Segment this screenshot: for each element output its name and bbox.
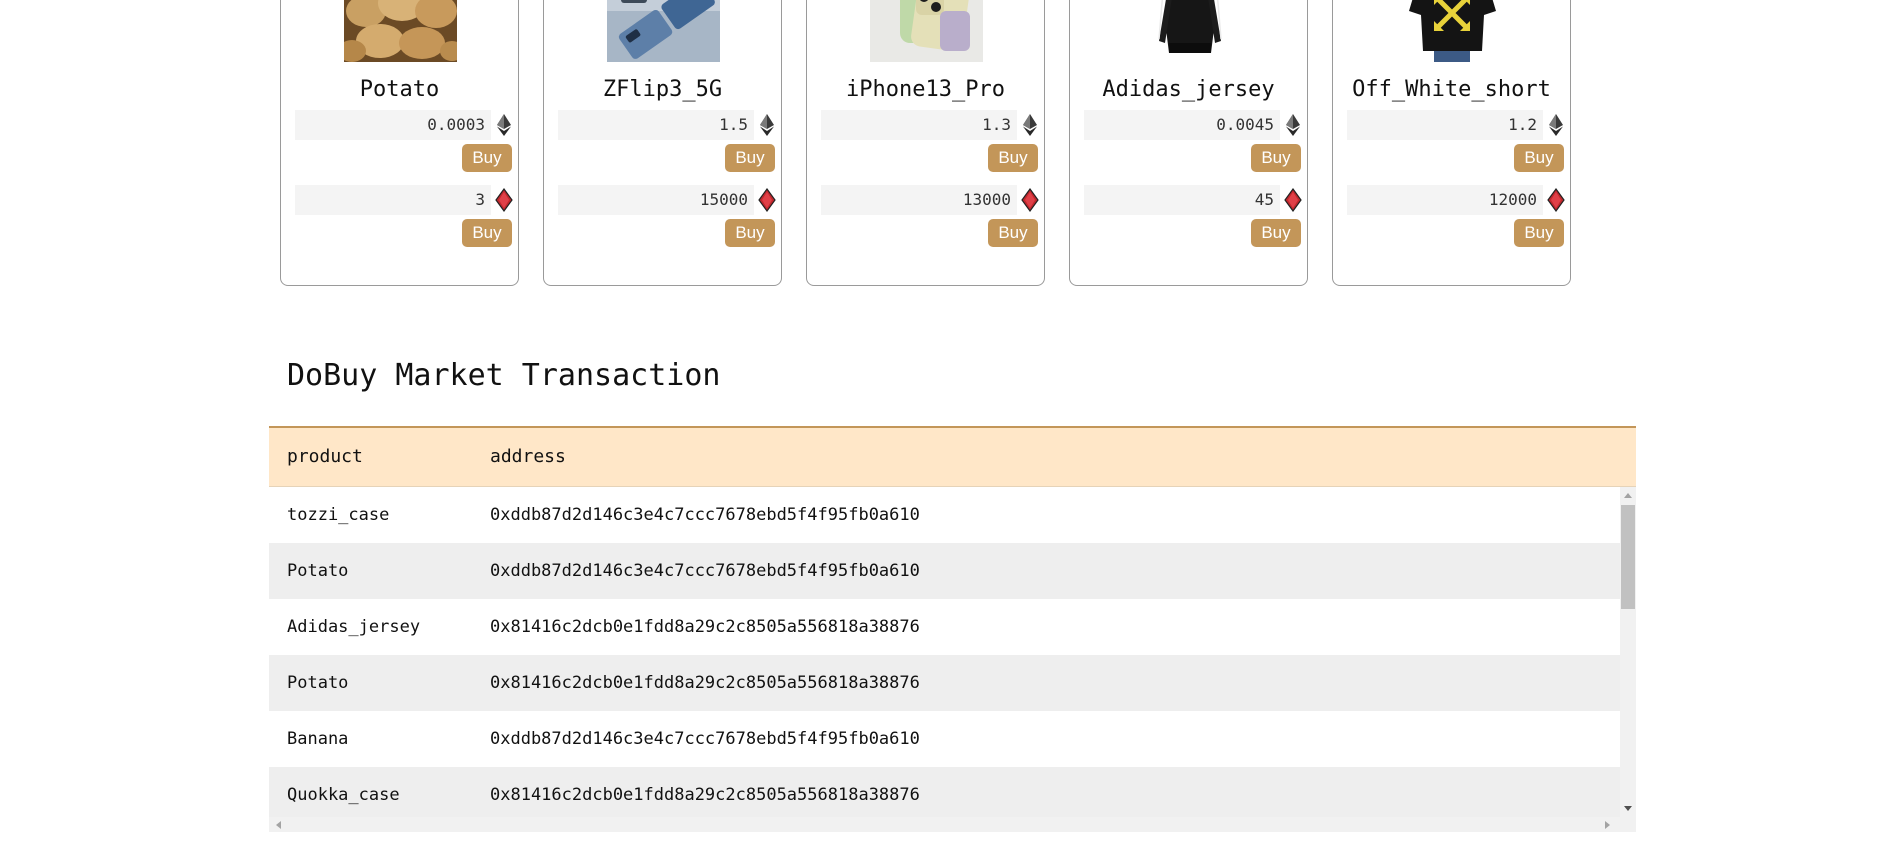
table-row: Potato 0xddb87d2d146c3e4c7ccc7678ebd5f4f…: [269, 543, 1620, 599]
cell-address: 0xddb87d2d146c3e4c7ccc7678ebd5f4f95fb0a6…: [490, 729, 920, 749]
buy-with-eth-button[interactable]: Buy: [1514, 144, 1564, 172]
buy-with-eth-button[interactable]: Buy: [725, 144, 775, 172]
product-image-potato: [344, 0, 457, 62]
token-price-field: 13000: [821, 185, 1017, 215]
cell-product: Adidas_jersey: [287, 617, 421, 637]
table-row: tozzi_case 0xddb87d2d146c3e4c7ccc7678ebd…: [269, 487, 1620, 543]
table-row: Quokka_case 0x81416c2dcb0e1fdd8a29c2c850…: [269, 767, 1620, 817]
cell-address: 0x81416c2dcb0e1fdd8a29c2c8505a556818a388…: [490, 785, 920, 805]
token-price-value: 3: [475, 190, 485, 209]
transactions-title: DoBuy Market Transaction: [287, 358, 721, 393]
product-name: ZFlip3_5G: [602, 77, 723, 102]
cell-product: Quokka_case: [287, 785, 400, 805]
column-header-address: address: [490, 446, 566, 467]
table-header: product address: [269, 428, 1636, 487]
eth-price-value: 0.0003: [427, 115, 485, 134]
ruby-token-icon: [1021, 187, 1039, 213]
product-image-off-white-short: [1396, 0, 1509, 62]
eth-price-field: 1.3: [821, 110, 1017, 140]
cell-address: 0xddb87d2d146c3e4c7ccc7678ebd5f4f95fb0a6…: [490, 561, 920, 581]
product-card: Potato 0.0003 Buy 3 Buy: [280, 0, 519, 286]
cell-product: Potato: [287, 561, 349, 581]
token-price-value: 12000: [1488, 190, 1537, 209]
eth-price-field: 1.2: [1347, 110, 1543, 140]
token-price-value: 45: [1254, 190, 1274, 209]
table-body[interactable]: tozzi_case 0xddb87d2d146c3e4c7ccc7678ebd…: [269, 487, 1620, 817]
ethereum-icon: [495, 113, 513, 137]
eth-price-field: 0.0003: [295, 110, 491, 140]
scroll-left-arrow-icon[interactable]: [276, 821, 281, 829]
token-price-field: 3: [295, 185, 491, 215]
scroll-right-arrow-icon[interactable]: [1605, 821, 1610, 829]
cell-product: Banana: [287, 729, 349, 749]
eth-price-value: 0.0045: [1216, 115, 1274, 134]
product-image-iphone13-pro: [870, 0, 983, 62]
scroll-down-arrow-icon[interactable]: [1624, 806, 1632, 811]
product-card: iPhone13_Pro 1.3 Buy 13000 Buy: [806, 0, 1045, 286]
product-name: iPhone13_Pro: [846, 77, 1005, 102]
cell-product: tozzi_case: [287, 505, 390, 525]
product-card: Off_White_short 1.2 Buy 12000 Buy: [1332, 0, 1571, 286]
ruby-token-icon: [758, 187, 776, 213]
table-row: Adidas_jersey 0x81416c2dcb0e1fdd8a29c2c8…: [269, 599, 1620, 655]
buy-with-token-button[interactable]: Buy: [1514, 219, 1564, 247]
token-price-field: 15000: [558, 185, 754, 215]
vertical-scrollbar[interactable]: [1620, 487, 1636, 817]
eth-price-value: 1.2: [1508, 115, 1537, 134]
product-image-adidas-jersey: [1133, 0, 1246, 62]
ethereum-icon: [1284, 113, 1302, 137]
product-name: Potato: [359, 77, 440, 102]
scroll-up-arrow-icon[interactable]: [1624, 493, 1632, 498]
token-price-field: 45: [1084, 185, 1280, 215]
product-card-list: Potato 0.0003 Buy 3 Buy ZFlip3_5G 1.5 Bu…: [280, 0, 1580, 286]
table-row: Potato 0x81416c2dcb0e1fdd8a29c2c8505a556…: [269, 655, 1620, 711]
buy-with-token-button[interactable]: Buy: [462, 219, 512, 247]
product-card: ZFlip3_5G 1.5 Buy 15000 Buy: [543, 0, 782, 286]
ruby-token-icon: [495, 187, 513, 213]
product-card: Adidas_jersey 0.0045 Buy 45 Buy: [1069, 0, 1308, 286]
column-header-product: product: [287, 446, 363, 467]
token-price-value: 15000: [699, 190, 748, 209]
ethereum-icon: [758, 113, 776, 137]
scrollbar-thumb[interactable]: [1621, 505, 1635, 609]
eth-price-value: 1.3: [982, 115, 1011, 134]
cell-address: 0x81416c2dcb0e1fdd8a29c2c8505a556818a388…: [490, 673, 920, 693]
buy-with-eth-button[interactable]: Buy: [988, 144, 1038, 172]
buy-with-eth-button[interactable]: Buy: [462, 144, 512, 172]
token-price-value: 13000: [962, 190, 1011, 209]
eth-price-field: 0.0045: [1084, 110, 1280, 140]
eth-price-value: 1.5: [719, 115, 748, 134]
product-image-zflip3: [607, 0, 720, 62]
cell-product: Potato: [287, 673, 349, 693]
buy-with-token-button[interactable]: Buy: [1251, 219, 1301, 247]
product-name: Off_White_short: [1352, 77, 1551, 102]
token-price-field: 12000: [1347, 185, 1543, 215]
horizontal-scrollbar[interactable]: [269, 817, 1636, 832]
buy-with-token-button[interactable]: Buy: [725, 219, 775, 247]
product-name: Adidas_jersey: [1102, 77, 1275, 102]
ethereum-icon: [1547, 113, 1565, 137]
transactions-table: product address tozzi_case 0xddb87d2d146…: [269, 426, 1636, 832]
buy-with-eth-button[interactable]: Buy: [1251, 144, 1301, 172]
cell-address: 0x81416c2dcb0e1fdd8a29c2c8505a556818a388…: [490, 617, 920, 637]
table-row: Banana 0xddb87d2d146c3e4c7ccc7678ebd5f4f…: [269, 711, 1620, 767]
ruby-token-icon: [1284, 187, 1302, 213]
ruby-token-icon: [1547, 187, 1565, 213]
ethereum-icon: [1021, 113, 1039, 137]
buy-with-token-button[interactable]: Buy: [988, 219, 1038, 247]
eth-price-field: 1.5: [558, 110, 754, 140]
cell-address: 0xddb87d2d146c3e4c7ccc7678ebd5f4f95fb0a6…: [490, 505, 920, 525]
